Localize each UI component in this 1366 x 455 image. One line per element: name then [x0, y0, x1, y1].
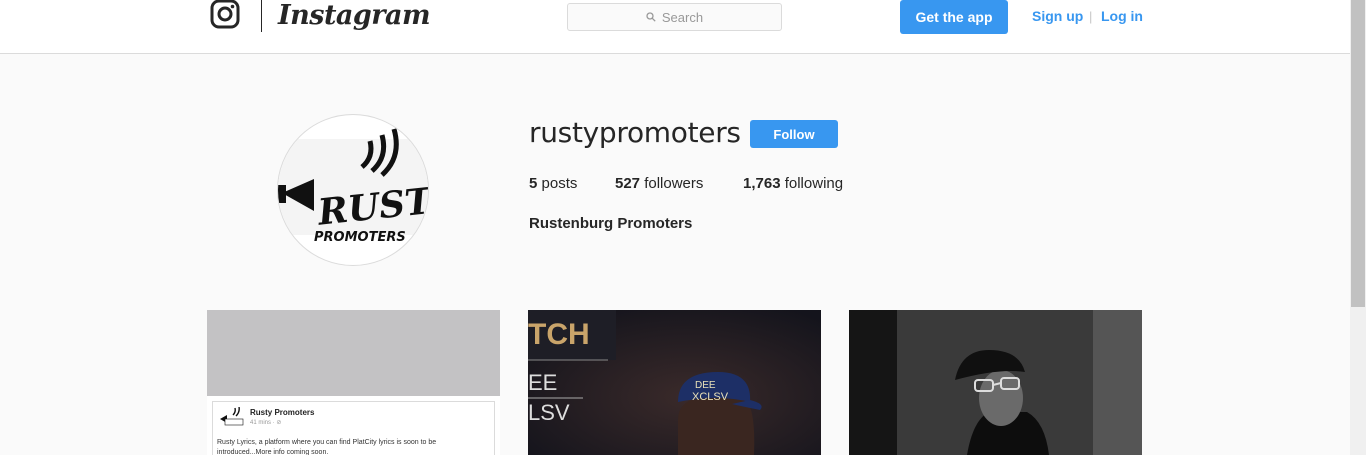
poster-line-1: EE	[528, 370, 557, 395]
followers-label: followers	[644, 175, 704, 192]
search-placeholder: Search	[661, 9, 704, 25]
scrollbar-thumb[interactable]	[1351, 0, 1365, 307]
following-label: following	[784, 175, 844, 192]
fb-timestamp: 41 mins · ⊘	[250, 420, 282, 426]
profile-username: rustypromoters	[529, 116, 741, 149]
post-thumbnail-1[interactable]: Rusty Promoters 41 mins · ⊘ Rusty Lyrics…	[207, 310, 500, 455]
follow-button[interactable]: Follow	[750, 120, 838, 148]
top-navigation-bar: Instagram Search Get the app Sign up | L…	[0, 0, 1350, 54]
instagram-glyph-icon[interactable]	[209, 0, 241, 32]
log-in-link[interactable]: Log in	[1101, 8, 1143, 24]
followers-count: 527	[615, 175, 641, 192]
posts-label: posts	[541, 175, 578, 192]
instagram-wordmark[interactable]: Instagram	[278, 0, 431, 31]
fb-avatar-icon	[220, 407, 244, 426]
post-3-image	[849, 310, 1142, 455]
logo-divider	[261, 0, 262, 32]
following-stat[interactable]: 1,763 following	[743, 175, 843, 192]
followers-stat[interactable]: 527 followers	[615, 175, 703, 192]
get-the-app-button[interactable]: Get the app	[900, 0, 1008, 34]
posts-count-stat: 5 posts	[529, 175, 577, 192]
poster-line-2: LSV	[528, 400, 570, 425]
post-thumbnail-3[interactable]	[849, 310, 1142, 455]
poster-banner-text: TCH	[528, 318, 590, 351]
posts-count: 5	[529, 175, 538, 192]
facebook-post-screenshot: Rusty Promoters 41 mins · ⊘ Rusty Lyrics…	[212, 401, 495, 455]
fb-post-text: Rusty Lyrics, a platform where you can f…	[217, 439, 437, 455]
avatar-logo-subtext: PROMOTERS	[314, 230, 406, 245]
rusty-promoters-logo: RUSTY PROMOTERS	[278, 128, 428, 245]
fb-page-name: Rusty Promoters	[250, 408, 315, 417]
post-thumbnail-2[interactable]: TCH EE LSV DEE XCLSV	[528, 310, 821, 455]
search-icon	[646, 12, 656, 22]
profile-avatar[interactable]: RUSTY PROMOTERS	[277, 114, 429, 266]
link-separator: |	[1089, 9, 1093, 24]
sign-up-link[interactable]: Sign up	[1032, 8, 1083, 24]
profile-full-name: Rustenburg Promoters	[529, 215, 693, 232]
post-2-image: TCH EE LSV DEE XCLSV	[528, 310, 821, 455]
vertical-scrollbar[interactable]	[1350, 0, 1366, 455]
cap-text-2: XCLSV	[692, 391, 729, 403]
cap-text-1: DEE	[695, 380, 716, 391]
following-count: 1,763	[743, 175, 781, 192]
search-input[interactable]: Search	[567, 3, 782, 31]
post-image-placeholder	[207, 310, 500, 396]
